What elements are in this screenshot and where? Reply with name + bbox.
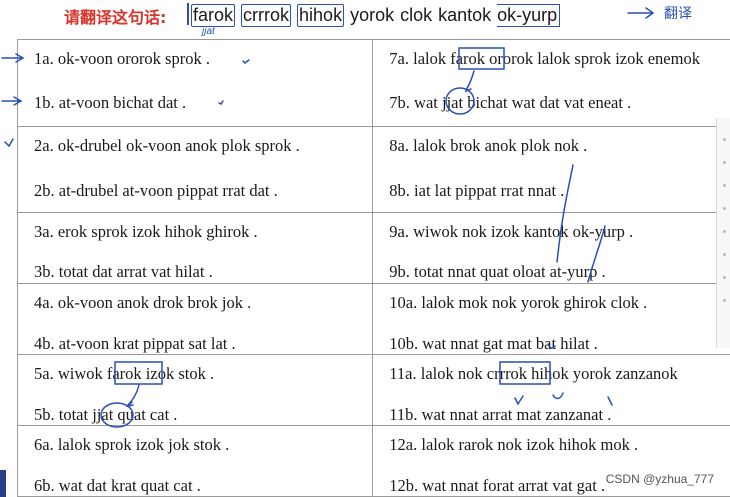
sentence-10a: 10a. lalok mok nok yorok ghirok clok . [389,293,648,312]
sentence-6a: 6a. lalok sprok izok jok stok . [34,435,230,454]
table-cell: 7a. lalok farok ororok lalok sprok izok … [372,39,730,127]
side-scroll-panel[interactable] [716,118,730,348]
sentence-10b: 10b. wat nnat gat mat bat hilat . [389,334,598,353]
sentence-1b: 1b. at-voon bichat dat . [34,93,187,112]
sentence-11a: 11a. lalok nok crrrok hihok yorok zanzan… [389,364,678,383]
sentence-5a: 5a. wiwok farok izok stok . [34,364,215,383]
sentence-8a: 8a. lalok brok anok plok nok . [389,136,588,155]
table-row: 5a. wiwok farok izok stok . 5b. totat jj… [16,354,730,426]
sentence-word-7: ok-yurp [497,4,561,27]
sentence-9a: 9a. wiwok nok izok kantok ok-yurp . [389,222,634,241]
watermark: CSDN @yzhua_777 [605,472,714,486]
sentence-word-4: yorok [350,5,395,25]
prompt-label: 请翻译这句话: [64,8,167,27]
window-edge [0,470,6,497]
sentence-1a: 1a. ok-voon ororok sprok . [34,49,210,68]
table-cell: 3a. erok sprok izok hihok ghirok . 3b. t… [16,212,374,284]
table-cell: 2a. ok-drubel ok-voon anok plok sprok . … [16,126,374,213]
bracket-mark [187,3,189,25]
sentence-word-3: hihok [297,4,345,27]
sentence-to-translate: farok crrrok hihok yorok clok kantok ok-yurp [187,3,566,27]
sentence-word-5: clok [400,5,433,25]
sentence-2a: 2a. ok-drubel ok-voon anok plok sprok . [34,136,300,155]
sentence-7a: 7a. lalok farok ororok lalok sprok izok … [389,49,700,68]
sentence-3b: 3b. totat dat arrat vat hilat . [34,262,213,281]
sentence-11b: 11b. wat nnat arrat mat zanzanat . [389,405,612,424]
sentence-4a: 4a. ok-voon anok drok brok jok . [34,293,252,312]
table-cell: 5a. wiwok farok izok stok . 5b. totat jj… [16,354,374,426]
table-cell: 8a. lalok brok anok plok nok . 8b. iat l… [372,126,730,213]
table-row: 2a. ok-drubel ok-voon anok plok sprok . … [16,126,730,213]
check-mark [4,138,14,148]
table-cell: 9a. wiwok nok izok kantok ok-yurp . 9b. … [372,212,730,284]
corpus-table: 1a. ok-voon ororok sprok . 1b. at-voon b… [16,39,730,497]
sentence-12a: 12a. lalok rarok nok izok hihok mok . [389,435,639,454]
sentence-word-6: kantok [438,5,492,25]
table-cell: 10a. lalok mok nok yorok ghirok clok . 1… [372,283,730,355]
sentence-2b: 2b. at-drubel at-voon pippat rrat dat . [34,181,278,200]
sentence-7b: 7b. wat jjat bichat wat dat vat eneat . [389,93,632,112]
sentence-9b: 9b. totat nnat quat oloat at-yurp . [389,262,606,281]
table-cell: 1a. ok-voon ororok sprok . 1b. at-voon b… [16,39,374,127]
header-bar: 请翻译这句话: farok crrrok hihok yorok clok kantok o… [0,0,730,36]
table-cell: 6a. lalok sprok izok jok stok . 6b. wat … [16,425,374,497]
sentence-4b: 4b. at-voon krat pippat sat lat . [34,334,236,353]
table-cell: 11a. lalok nok crrrok hihok yorok zanzan… [372,354,730,426]
sentence-word-1: farok [191,4,236,27]
sentence-6b: 6b. wat dat krat quat cat . [34,476,201,495]
sentence-5b: 5b. totat jjat quat cat . [34,405,178,424]
table-row: 1a. ok-voon ororok sprok . 1b. at-voon b… [16,39,730,127]
table-row: 3a. erok sprok izok hihok ghirok . 3b. t… [16,212,730,284]
table-cell: 4a. ok-voon anok drok brok jok . 4b. at-… [16,283,374,355]
sentence-3a: 3a. erok sprok izok hihok ghirok . [34,222,258,241]
sentence-8b: 8b. iat lat pippat rrat nnat . [389,181,565,200]
table-row: 4a. ok-voon anok drok brok jok . 4b. at-… [16,283,730,355]
sentence-word-2: crrrok [241,4,292,27]
